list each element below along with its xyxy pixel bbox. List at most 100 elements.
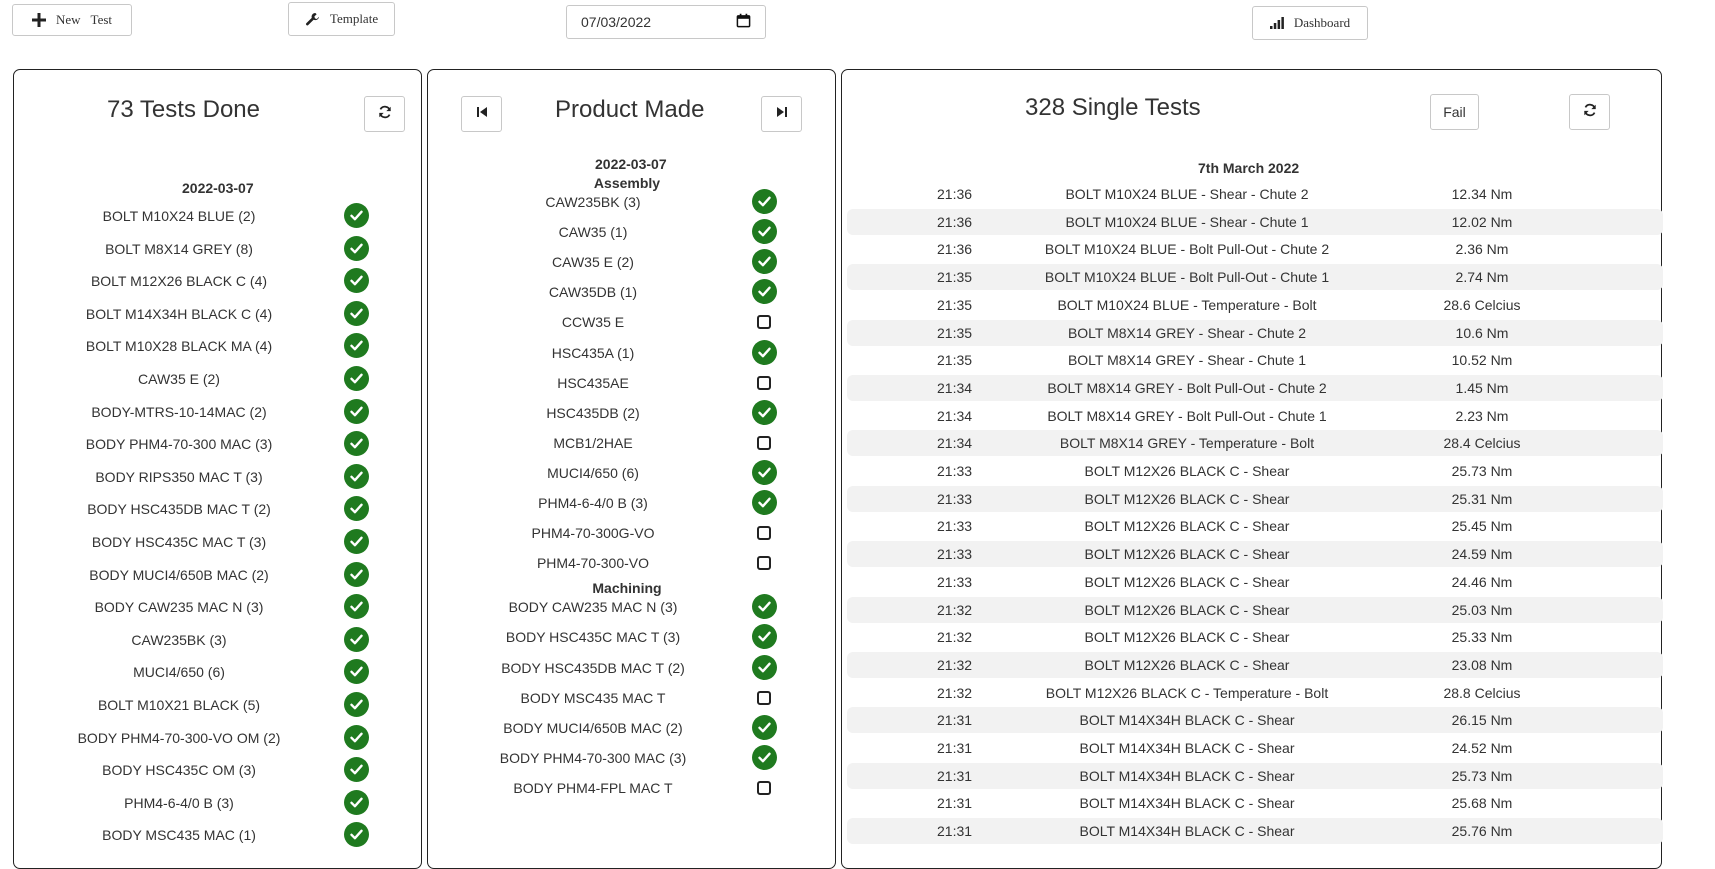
table-row[interactable]: 21:33 BOLT M12X26 BLACK C - Shear 24.59 Nm — [847, 541, 1663, 568]
list-item[interactable]: BODY PHM4-70-300 MAC (3) — [428, 743, 835, 773]
list-item[interactable]: BOLT M10X28 BLACK MA (4) — [14, 331, 421, 361]
table-row[interactable]: 21:35 BOLT M8X14 GREY - Shear - Chute 1 10… — [847, 347, 1663, 373]
list-item[interactable]: BODY HSC435DB MAC T (2) — [14, 494, 421, 524]
fail-filter-button[interactable]: Fail — [1430, 94, 1479, 130]
list-item[interactable]: CAW35 E (2) — [14, 364, 421, 394]
list-item[interactable]: MUCI4/650 (6) — [14, 657, 421, 687]
list-item[interactable]: CCW35 E — [428, 307, 835, 337]
dashboard-button[interactable]: Dashboard — [1252, 6, 1368, 40]
time-cell: 21:35 — [937, 296, 973, 313]
list-item[interactable]: BODY PHM4-70-300 MAC (3) — [14, 429, 421, 459]
time-cell: 21:35 — [937, 269, 973, 286]
time-cell: 21:33 — [937, 463, 973, 479]
list-item[interactable]: MUCI4/650 (6) — [428, 458, 835, 488]
list-item[interactable]: BOLT M12X26 BLACK C (4) — [14, 266, 421, 296]
list-item[interactable]: BODY HSC435C MAC T (3) — [14, 527, 421, 557]
table-row[interactable]: 21:36 BOLT M10X24 BLUE - Shear - Chute 2 1… — [847, 181, 1663, 207]
value-cell: 25.73 Nm — [1451, 767, 1513, 784]
previous-day-button[interactable] — [461, 96, 502, 132]
single-tests-date: 7th March 2022 — [1198, 160, 1300, 176]
list-item[interactable]: BODY-MTRS-10-14MAC (2) — [14, 397, 421, 427]
list-item[interactable]: BODY CAW235 MAC N (3) — [14, 592, 421, 622]
list-item[interactable]: BODY MUCI4/650B MAC (2) — [428, 713, 835, 743]
list-item[interactable]: BOLT M14X34H BLACK C (4) — [14, 299, 421, 329]
list-item[interactable]: BODY HSC435C OM (3) — [14, 755, 421, 785]
table-row[interactable]: 21:36 BOLT M10X24 BLUE - Bolt Pull-Out - … — [847, 236, 1663, 262]
item-label: PHM4-6-4/0 B (3) — [538, 495, 648, 511]
list-item[interactable]: HSC435AE — [428, 368, 835, 398]
table-row[interactable]: 21:31 BOLT M14X34H BLACK C - Shear 25.68 N… — [847, 790, 1663, 816]
table-row[interactable]: 21:33 BOLT M12X26 BLACK C - Shear 25.73 Nm — [847, 458, 1663, 484]
item-label: BODY RIPS350 MAC T (3) — [95, 468, 263, 485]
time-cell: 21:36 — [937, 241, 973, 258]
item-label: BODY MSC435 MAC T — [520, 689, 666, 706]
list-item[interactable]: BOLT M10X24 BLUE (2) — [14, 201, 421, 231]
item-label: MUCI4/650 (6) — [547, 464, 639, 481]
list-item[interactable]: PHM4-6-4/0 B (3) — [14, 788, 421, 818]
list-item[interactable]: BODY MSC435 MAC T — [428, 683, 835, 713]
check-circle-icon — [343, 594, 369, 620]
empty-checkbox-icon — [757, 435, 771, 450]
list-item[interactable]: BODY MSC435 MAC (1) — [14, 820, 421, 850]
table-row[interactable]: 21:32 BOLT M12X26 BLACK C - Temperature -… — [847, 680, 1663, 706]
item-label: BODY HSC435C MAC T (3) — [91, 534, 267, 550]
check-circle-icon — [343, 692, 369, 717]
template-button[interactable]: Template — [288, 2, 395, 36]
table-row[interactable]: 21:35 BOLT M10X24 BLUE - Temperature - Bo… — [847, 292, 1663, 318]
table-row[interactable]: 21:35 BOLT M10X24 BLUE - Bolt Pull-Out - … — [847, 264, 1663, 291]
check-circle-icon — [343, 203, 369, 228]
table-row[interactable]: 21:34 BOLT M8X14 GREY - Bolt Pull-Out - C… — [847, 403, 1663, 429]
table-row[interactable]: 21:32 BOLT M12X26 BLACK C - Shear 25.33 Nm — [847, 624, 1663, 650]
list-item[interactable]: HSC435A (1) — [428, 338, 835, 368]
table-row[interactable]: 21:36 BOLT M10X24 BLUE - Shear - Chute 1 1… — [847, 208, 1663, 235]
table-row[interactable]: 21:34 BOLT M8X14 GREY - Bolt Pull-Out - C… — [847, 374, 1663, 401]
list-item[interactable]: BODY RIPS350 MAC T (3) — [14, 462, 421, 492]
list-item[interactable]: BODY MUCI4/650B MAC (2) — [14, 560, 421, 590]
new-test-button[interactable]: New Test — [12, 4, 132, 36]
list-item[interactable]: BOLT M10X21 BLACK (5) — [14, 690, 421, 720]
next-day-button[interactable] — [761, 96, 802, 132]
table-row[interactable]: 21:33 BOLT M12X26 BLACK C - Shear 25.31 Nm — [847, 485, 1663, 512]
table-row[interactable]: 21:31 BOLT M14X34H BLACK C - Shear 25.73 N… — [847, 762, 1663, 789]
time-cell: 21:32 — [937, 684, 973, 701]
table-row[interactable]: 21:31 BOLT M14X34H BLACK C - Shear 25.76 N… — [847, 818, 1663, 845]
item-label: BODY HSC435C MAC T (3) — [505, 629, 681, 646]
list-item[interactable]: BOLT M8X14 GREY (8) — [14, 234, 421, 264]
table-row[interactable]: 21:35 BOLT M8X14 GREY - Shear - Chute 2 10… — [847, 319, 1663, 346]
tests-done-panel: 73 Tests Done 2022-03-07 BOLT M10X24 BLU… — [13, 69, 422, 869]
check-circle-icon — [343, 529, 369, 554]
list-item[interactable]: PHM4-70-300G-VO — [428, 518, 835, 548]
table-row[interactable]: 21:34 BOLT M8X14 GREY - Temperature - Bol… — [847, 430, 1663, 457]
calendar-icon[interactable] — [736, 13, 751, 31]
date-picker[interactable] — [566, 5, 766, 39]
product-made-panel: Product Made 2022-03-07 Assembly CAW235BK… — [427, 69, 836, 869]
table-row[interactable]: 21:32 BOLT M12X26 BLACK C - Shear 23.08 Nm — [847, 651, 1663, 678]
table-row[interactable]: 21:31 BOLT M14X34H BLACK C - Shear 24.52 N… — [847, 735, 1663, 761]
list-item[interactable]: BODY CAW235 MAC N (3) — [428, 592, 835, 622]
new-test-label-b: Test — [90, 12, 113, 27]
value-cell: 25.33 Nm — [1451, 629, 1513, 646]
list-item[interactable]: CAW35 E (2) — [428, 247, 835, 277]
list-item[interactable]: BODY PHM4-FPL MAC T — [428, 773, 835, 803]
list-item[interactable]: CAW235BK (3) — [428, 187, 835, 217]
list-item[interactable]: PHM4-6-4/0 B (3) — [428, 488, 835, 518]
list-item[interactable]: CAW235BK (3) — [14, 625, 421, 655]
table-row[interactable]: 21:32 BOLT M12X26 BLACK C - Shear 25.03 Nm — [847, 596, 1663, 623]
list-item[interactable]: BODY PHM4-70-300-VO OM (2) — [14, 723, 421, 753]
date-field[interactable] — [581, 14, 721, 30]
description-cell: BOLT M12X26 BLACK C - Shear — [1084, 629, 1290, 646]
list-item[interactable]: MCB1/2HAE — [428, 428, 835, 458]
refresh-single-tests-button[interactable] — [1569, 94, 1610, 130]
list-item[interactable]: BODY HSC435DB MAC T (2) — [428, 653, 835, 683]
table-row[interactable]: 21:33 BOLT M12X26 BLACK C - Shear 25.45 Nm — [847, 513, 1663, 539]
check-circle-icon — [343, 431, 369, 457]
table-row[interactable]: 21:31 BOLT M14X34H BLACK C - Shear 26.15 N… — [847, 707, 1663, 734]
check-circle-icon — [751, 654, 777, 680]
refresh-tests-done-button[interactable] — [364, 96, 405, 132]
list-item[interactable]: CAW35 (1) — [428, 217, 835, 247]
list-item[interactable]: PHM4-70-300-VO — [428, 548, 835, 578]
list-item[interactable]: CAW35DB (1) — [428, 277, 835, 307]
table-row[interactable]: 21:33 BOLT M12X26 BLACK C - Shear 24.46 Nm — [847, 569, 1663, 595]
list-item[interactable]: BODY HSC435C MAC T (3) — [428, 622, 835, 652]
list-item[interactable]: HSC435DB (2) — [428, 398, 835, 428]
